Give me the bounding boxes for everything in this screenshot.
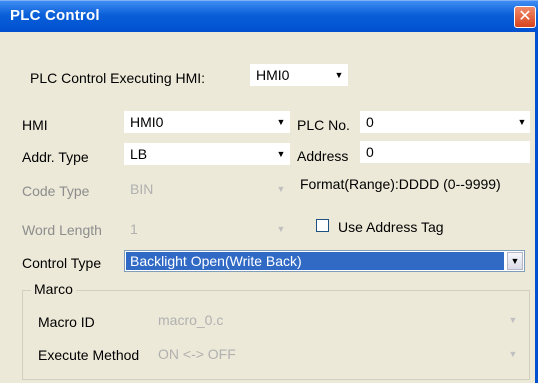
chevron-down-icon: ▼ <box>276 224 286 234</box>
execute-method-value: ON <-> OFF <box>158 346 236 362</box>
execute-method-label: Execute Method <box>38 347 140 363</box>
address-input[interactable]: 0 <box>360 141 530 163</box>
chevron-down-icon[interactable]: ▼ <box>332 64 346 86</box>
hmi-value: HMI0 <box>130 114 164 130</box>
executing-hmi-label: PLC Control Executing HMI: <box>30 70 206 86</box>
close-icon: ✕ <box>518 8 532 25</box>
addr-type-value: LB <box>130 146 148 162</box>
hmi-label: HMI <box>22 117 48 133</box>
window-title: PLC Control <box>10 7 100 24</box>
hmi-select[interactable]: HMI0 <box>124 111 290 133</box>
plc-no-value: 0 <box>366 114 374 130</box>
address-label: Address <box>297 148 349 164</box>
chevron-down-icon: ▼ <box>508 349 518 359</box>
macro-group-title: Marco <box>31 281 76 297</box>
close-button[interactable]: ✕ <box>514 6 536 28</box>
addr-type-select[interactable]: LB <box>124 143 290 165</box>
plc-no-label: PLC No. <box>297 117 350 133</box>
macro-id-label: Macro ID <box>38 314 95 330</box>
control-type-label: Control Type <box>22 255 102 271</box>
control-type-value: Backlight Open(Write Back) <box>126 252 504 270</box>
chevron-down-icon[interactable]: ▼ <box>507 252 523 270</box>
chevron-down-icon[interactable]: ▼ <box>274 143 288 165</box>
word-length-value: 1 <box>130 221 138 237</box>
word-length-select: 1 <box>124 218 290 240</box>
executing-hmi-value: HMI0 <box>256 67 290 83</box>
plc-no-select[interactable]: 0 <box>360 111 530 133</box>
addr-type-label: Addr. Type <box>22 149 89 165</box>
chevron-down-icon[interactable]: ▼ <box>515 111 529 133</box>
control-type-select[interactable]: Backlight Open(Write Back) ▼ <box>124 250 525 272</box>
macro-groupbox: Marco <box>22 281 530 380</box>
word-length-label: Word Length <box>22 222 102 238</box>
title-bar: PLC Control ✕ <box>0 0 538 32</box>
code-type-value: BIN <box>130 181 154 197</box>
code-type-select: BIN <box>124 178 290 200</box>
chevron-down-icon: ▼ <box>508 315 518 325</box>
execute-method-select: ON <-> OFF <box>152 343 522 365</box>
code-type-label: Code Type <box>22 183 90 199</box>
address-format-hint: Format(Range):DDDD (0--9999) <box>300 176 501 192</box>
use-address-tag-label: Use Address Tag <box>338 219 444 235</box>
use-address-tag-checkbox[interactable] <box>316 219 329 232</box>
chevron-down-icon: ▼ <box>276 184 286 194</box>
address-value: 0 <box>366 144 374 160</box>
macro-id-select: macro_0.c <box>152 309 522 331</box>
chevron-down-icon[interactable]: ▼ <box>274 111 288 133</box>
macro-id-value: macro_0.c <box>158 312 224 328</box>
